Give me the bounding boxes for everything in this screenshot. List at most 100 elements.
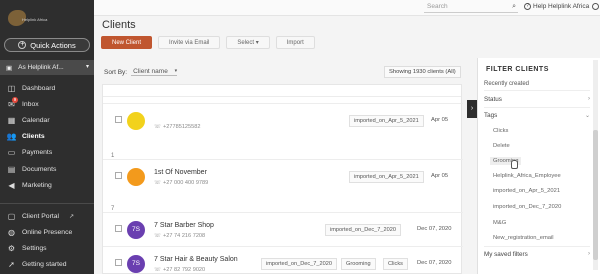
- sidebar-item-clients[interactable]: 👥 Clients: [0, 129, 94, 145]
- chevron-down-icon: ⌄: [584, 113, 590, 119]
- scrollbar-thumb[interactable]: [593, 130, 598, 260]
- sidebar-item-online-presence[interactable]: ◍ Online Presence: [0, 224, 94, 240]
- tag-pill[interactable]: Clicks: [383, 258, 408, 270]
- sidebar-item-label: Marketing: [22, 181, 52, 189]
- chevron-down-icon: ▾: [85, 64, 89, 70]
- filter-tag-item[interactable]: Helplink_Africa_Employee: [493, 173, 561, 179]
- sidebar-item-label: Clients: [22, 133, 45, 141]
- account-label: As Helplink Af...: [18, 64, 64, 71]
- table-row[interactable]: 7S 7 Star Hair & Beauty Salon ☏ +27 82 79…: [103, 246, 463, 274]
- avatar: 7S: [127, 221, 145, 239]
- client-date: Dec 07, 2020: [417, 226, 452, 232]
- sidebar-item-label: Inbox: [22, 100, 39, 108]
- avatar: [127, 168, 145, 186]
- select-label: Select: [237, 40, 255, 46]
- phone-icon: ☏: [154, 267, 161, 273]
- client-phone: ☏ +27 82 792 9020: [154, 267, 205, 273]
- filter-tag-item[interactable]: imported_on_Dec_7_2020: [493, 204, 561, 210]
- filter-recently-created[interactable]: Recently created: [484, 81, 529, 87]
- client-date: Dec 07, 2020: [417, 260, 452, 266]
- quick-actions-button[interactable]: + Quick Actions: [4, 38, 90, 52]
- collapse-filter-handle[interactable]: ›: [467, 100, 477, 118]
- client-phone: ☏ +27 000 400 9789: [154, 180, 208, 186]
- filter-tag-item[interactable]: M&G: [493, 220, 506, 226]
- invite-email-button[interactable]: Invite via Email: [158, 36, 221, 49]
- table-row[interactable]: ☏ +27785125582 imported_on_Apr_5_2021 Apr…: [103, 103, 463, 137]
- divider: [484, 90, 590, 91]
- tag-pill[interactable]: imported_on_Apr_5_2021: [349, 171, 424, 183]
- filter-tag-item[interactable]: Delete: [493, 143, 510, 149]
- row-checkbox[interactable]: [115, 116, 122, 123]
- user-menu[interactable]: Helplink Africa: [548, 3, 600, 10]
- sidebar-item-client-portal[interactable]: ▢ Client Portal ↗: [0, 208, 94, 224]
- sidebar: Helplink Africa + Quick Actions ▣ As Hel…: [0, 0, 94, 274]
- filter-saved-label: My saved filters: [484, 251, 528, 258]
- sidebar-item-marketing[interactable]: ◀ Marketing: [0, 177, 94, 193]
- client-portal-icon: ▢: [7, 211, 16, 221]
- sidebar-item-label: Payments: [22, 149, 53, 157]
- row-checkbox[interactable]: [115, 172, 122, 179]
- tag-pill[interactable]: imported_on_Dec_7_2020: [261, 258, 337, 270]
- help-label: Help: [533, 3, 547, 10]
- logo-text: Helplink Africa: [22, 17, 48, 22]
- filter-tags[interactable]: Tags ⌄: [484, 112, 590, 119]
- chevron-right-icon: ›: [588, 96, 590, 102]
- table-row[interactable]: 1st Of November ☏ +27 000 400 9789 import…: [103, 159, 463, 193]
- client-name[interactable]: 7 Star Hair & Beauty Salon: [154, 256, 238, 263]
- client-date: Apr 05: [431, 173, 449, 179]
- tag-pill[interactable]: imported_on_Dec_7_2020: [325, 224, 401, 236]
- phone-icon: ☏: [154, 180, 161, 186]
- divider: [484, 107, 590, 108]
- filter-status[interactable]: Status ›: [484, 96, 590, 103]
- row-checkbox[interactable]: [115, 259, 122, 266]
- sidebar-item-label: Dashboard: [22, 84, 56, 92]
- phone-icon: ☏: [154, 124, 161, 130]
- phone-text: +27 82 792 9020: [163, 267, 206, 273]
- client-name[interactable]: 7 Star Barber Shop: [154, 222, 214, 229]
- dashboard-icon: ◫: [7, 83, 16, 93]
- phone-text: +27 000 400 9789: [163, 180, 209, 186]
- import-button[interactable]: Import: [275, 36, 315, 49]
- globe-icon: ◍: [8, 227, 15, 237]
- main-nav: ◫ Dashboard ✉ 9 Inbox ▦ Calendar 👥 Clien…: [0, 80, 94, 193]
- phone-text: +27 74 216 7208: [163, 233, 206, 239]
- client-date: Apr 05: [431, 117, 449, 123]
- sidebar-item-inbox[interactable]: ✉ 9 Inbox: [0, 96, 94, 112]
- caret-down-icon: ▾: [255, 40, 259, 46]
- help-icon: ?: [524, 3, 531, 10]
- table-row[interactable]: 7S 7 Star Barber Shop ☏ +27 74 216 7208 i…: [103, 212, 463, 246]
- tag-pill[interactable]: Grooming: [341, 258, 376, 270]
- sidebar-item-getting-started[interactable]: ➚ Getting started: [0, 257, 94, 273]
- sidebar-item-label: Documents: [22, 165, 57, 173]
- sidebar-item-label: Online Presence: [22, 228, 73, 236]
- sidebar-item-payments[interactable]: ▭ Payments: [0, 145, 94, 161]
- top-bar: Search ⌕ ? Help Helplink Africa: [94, 0, 600, 16]
- row-checkbox[interactable]: [115, 225, 122, 232]
- help-button[interactable]: ? Help: [524, 3, 546, 10]
- select-dropdown[interactable]: Select ▾: [226, 36, 270, 49]
- filter-tag-item[interactable]: imported_on_Apr_5_2021: [493, 188, 560, 194]
- brand-logo[interactable]: Helplink Africa: [6, 8, 48, 30]
- sort-select[interactable]: Client name ▾: [131, 68, 178, 76]
- filter-tag-item[interactable]: New_registration_email: [493, 235, 554, 241]
- new-client-button[interactable]: New Client: [101, 36, 153, 49]
- filter-title: FILTER CLIENTS: [486, 66, 549, 73]
- sidebar-item-documents[interactable]: ▤ Documents: [0, 161, 94, 177]
- marketing-icon: ◀: [8, 180, 15, 190]
- search-input[interactable]: Search ⌕: [424, 2, 518, 13]
- sidebar-item-calendar[interactable]: ▦ Calendar: [0, 112, 94, 128]
- client-name[interactable]: 1st Of November: [154, 169, 207, 176]
- avatar: 7S: [127, 255, 145, 273]
- filter-saved[interactable]: My saved filters ›: [484, 251, 590, 258]
- filter-tag-item[interactable]: Clicks: [493, 128, 508, 134]
- sidebar-item-label: Settings: [22, 244, 47, 252]
- scrollbar[interactable]: [593, 60, 598, 270]
- quick-actions-label: Quick Actions: [30, 40, 76, 50]
- sort-label: Sort By:: [104, 68, 128, 76]
- account-switcher[interactable]: ▣ As Helplink Af... ▾: [0, 60, 94, 75]
- clients-count-badge: Showing 1930 clients (All): [384, 66, 461, 78]
- sidebar-item-dashboard[interactable]: ◫ Dashboard: [0, 80, 94, 96]
- sidebar-item-settings[interactable]: ⚙ Settings: [0, 240, 94, 256]
- sort-control: Sort By: Client name ▾: [104, 68, 178, 76]
- tag-pill[interactable]: imported_on_Apr_5_2021: [349, 115, 424, 127]
